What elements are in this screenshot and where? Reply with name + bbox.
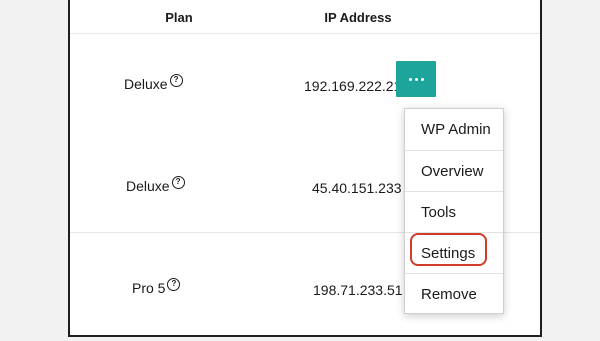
menu-item-tools[interactable]: Tools bbox=[405, 191, 503, 232]
column-header-ip-address: IP Address bbox=[324, 10, 392, 25]
menu-item-remove[interactable]: Remove bbox=[405, 273, 503, 314]
more-actions-button[interactable] bbox=[396, 61, 436, 97]
ip-address-value: 192.169.222.215 bbox=[304, 78, 410, 94]
menu-item-wp-admin[interactable]: WP Admin bbox=[405, 109, 503, 150]
actions-menu: WP Admin Overview Tools Settings Remove bbox=[404, 108, 504, 314]
more-horizontal-icon bbox=[407, 77, 425, 81]
question-circle-icon[interactable]: ? bbox=[169, 73, 183, 87]
menu-item-overview[interactable]: Overview bbox=[405, 150, 503, 191]
column-header-plan: Plan bbox=[165, 10, 193, 25]
table-row-plan: Pro 5 ? bbox=[132, 277, 181, 296]
table-row-plan: Deluxe ? bbox=[124, 73, 183, 92]
question-circle-icon[interactable]: ? bbox=[167, 277, 181, 291]
plan-label: Deluxe bbox=[124, 76, 168, 92]
table-row-plan: Deluxe ? bbox=[126, 175, 185, 194]
menu-item-settings[interactable]: Settings bbox=[405, 232, 503, 273]
ip-address-value: 45.40.151.233 bbox=[312, 180, 402, 196]
ip-address-value: 198.71.233.51 bbox=[313, 282, 403, 298]
plan-label: Deluxe bbox=[126, 178, 170, 194]
header-divider bbox=[70, 33, 540, 34]
question-circle-icon[interactable]: ? bbox=[171, 175, 185, 189]
plan-label: Pro 5 bbox=[132, 280, 166, 296]
